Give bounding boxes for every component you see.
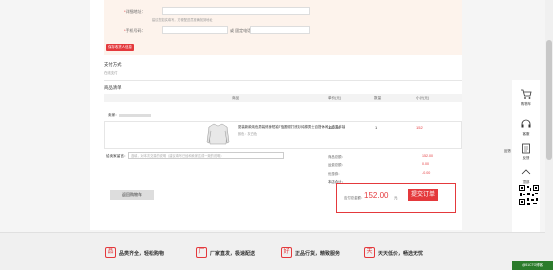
arrow-up-icon — [521, 169, 531, 175]
goods-total-value: 152.00 — [422, 154, 433, 158]
field-phone-label: *手机号码： — [124, 28, 146, 33]
headset-icon — [521, 119, 531, 128]
toolbar-service[interactable]: 客服 — [512, 118, 540, 136]
remark-input[interactable]: 选填，对本次交易的说明（建议填写已经和卖家达成一致的说明） — [128, 152, 284, 159]
save-address-button[interactable]: 保存收货人信息 — [106, 44, 134, 51]
goods-list-title: 商品清单 — [104, 85, 122, 90]
footer — [0, 232, 545, 270]
unit-price: 152.00 — [328, 125, 341, 130]
remark-label: 给卖家留言： — [106, 154, 128, 158]
payment-title: 支付方式 — [104, 62, 122, 67]
footer-item-2: 厂家直发，极速配送 — [210, 251, 256, 257]
payment-method: 在线支付 — [104, 71, 118, 75]
seller-name-blurred — [119, 114, 151, 117]
footer-badge-1: 品 — [105, 247, 116, 258]
goods-table-header: 商品 单价(元) 数量 小计(元) — [104, 94, 462, 102]
subtotal: 152 — [416, 125, 423, 130]
product-attributes: 颜色：灰白色 — [238, 132, 258, 136]
toolbar-top[interactable]: 顶部 — [512, 166, 540, 184]
landline-input[interactable] — [250, 26, 310, 34]
payable-amount: 152.00 — [364, 191, 389, 200]
page: *详细地址： 建议您如实填写，方便配送员准确找到地址 *手机号码： 或 固定电话… — [0, 0, 553, 270]
back-to-cart-button[interactable]: 返回购物车 — [110, 190, 154, 200]
field-detail-address-label: *详细地址： — [124, 9, 146, 14]
divider — [104, 80, 462, 81]
qr-code — [518, 184, 540, 206]
detail-address-input[interactable] — [162, 7, 310, 15]
product-image[interactable] — [206, 122, 230, 146]
seller-label: 卖家： — [108, 113, 119, 117]
footer-badge-3: 好 — [281, 247, 292, 258]
submit-order-button[interactable]: 提交订单 — [408, 189, 438, 201]
scrollbar-thumb[interactable] — [546, 40, 552, 160]
col-goods: 商品 — [232, 96, 240, 100]
cart-icon — [521, 89, 532, 99]
discount-label: 优惠券： — [328, 172, 342, 176]
right-toolbar: 购物车 客服 反馈 顶部 扫我下载App — [512, 80, 540, 245]
toolbar-feedback[interactable]: 反馈 — [512, 142, 540, 160]
quantity: 1 — [375, 125, 378, 130]
footer-item-1: 品类齐全，轻松购物 — [119, 251, 165, 257]
col-quantity: 数量 — [374, 96, 382, 100]
watermark: @51CTO博客 — [512, 261, 553, 270]
freight-value: 0.00 — [422, 162, 429, 166]
product-title[interactable]: 夏装新款纯色男装修身短袖T恤圆领打底衫纯棉男士百搭休闲上衣男半袖 — [238, 125, 388, 129]
feedback-side-label[interactable]: 反馈 — [504, 148, 511, 153]
footer-badge-2: 厂 — [196, 247, 207, 258]
discount-value: -0.00 — [422, 171, 431, 175]
toolbar-cart[interactable]: 购物车 — [512, 88, 540, 106]
footer-item-4: 天天低价，畅选无忧 — [378, 251, 424, 257]
goods-total-label: 商品总额： — [328, 155, 345, 159]
footer-badge-4: 天 — [364, 247, 375, 258]
footer-item-3: 正品行货，精致服务 — [295, 251, 341, 257]
freight-label: 运费总额： — [328, 163, 345, 167]
payable-unit: 元 — [394, 196, 398, 200]
phone-input[interactable] — [162, 26, 228, 34]
col-subtotal: 小计(元) — [416, 96, 430, 100]
detail-address-hint: 建议您如实填写，方便配送员准确找到地址 — [152, 18, 213, 22]
order-content: *详细地址： 建议您如实填写，方便配送员准确找到地址 *手机号码： 或 固定电话… — [90, 0, 462, 230]
clipboard-icon — [522, 143, 530, 154]
col-unit-price: 单价(元) — [328, 96, 342, 100]
payable-label: 应付总金额： — [344, 196, 365, 200]
